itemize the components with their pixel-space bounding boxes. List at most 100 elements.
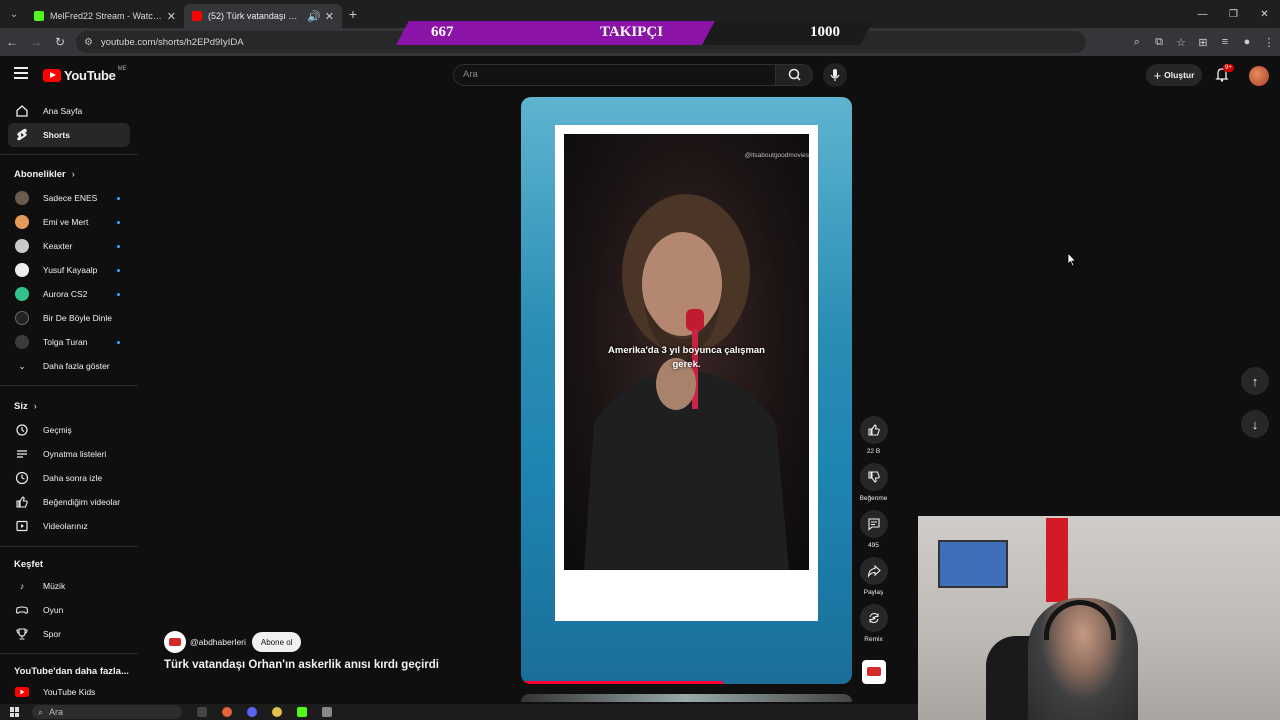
restore-icon[interactable]: ❐ xyxy=(1218,0,1249,28)
browser-tab-kick[interactable]: MelFred22 Stream - Watch Live ✕ xyxy=(26,4,184,28)
sidebar-item-label: Yusuf Kayaalp xyxy=(43,265,98,275)
sidebar-item-gaming[interactable]: Oyun xyxy=(8,598,130,622)
sidebar-item-label: Oynatma listeleri xyxy=(43,449,107,459)
youtube-logo[interactable]: YouTube ME xyxy=(43,65,127,83)
sidebar-subscription[interactable]: Sadece ENES xyxy=(8,186,130,210)
watch-later-icon xyxy=(15,471,29,485)
back-icon[interactable]: ← xyxy=(0,35,24,49)
notification-badge: 9+ xyxy=(1223,64,1234,72)
sidebar-item-label: Ana Sayfa xyxy=(43,106,83,116)
window-controls: — ❐ ✕ xyxy=(1187,0,1280,28)
task-view-icon[interactable] xyxy=(197,707,207,717)
channel-avatar xyxy=(15,263,29,277)
youtube-header: YouTube ME Ara + Oluştur 9+ xyxy=(0,56,1280,94)
browser-tab-youtube[interactable]: (52) Türk vatandaşı Orhan'ın 🔊 ✕ xyxy=(184,4,342,28)
follower-goal-overlay: 667 TAKIPÇI 1000 xyxy=(396,21,874,45)
obs-icon[interactable] xyxy=(322,707,332,717)
taskbar-search[interactable]: ⌕ Ara xyxy=(32,705,182,719)
shorts-icon xyxy=(15,128,29,142)
channel-avatar xyxy=(15,335,29,349)
tab-close-icon[interactable]: ✕ xyxy=(167,10,176,23)
sidebar-item-sports[interactable]: Spor xyxy=(8,622,130,646)
previous-short-button[interactable]: ↑ xyxy=(1241,367,1269,395)
kick-app-icon[interactable] xyxy=(297,707,307,717)
channel-handle[interactable]: @abdhaberleri xyxy=(190,637,246,647)
firefox-icon[interactable] xyxy=(222,707,232,717)
sidebar-subscription[interactable]: Aurora CS2 xyxy=(8,282,130,306)
wall-flag xyxy=(1046,518,1068,602)
microphone-icon xyxy=(830,69,840,81)
notifications-button[interactable]: 9+ xyxy=(1215,64,1234,87)
subscriptions-heading[interactable]: Abonelikler › xyxy=(14,169,75,180)
subscribe-button[interactable]: Abone ol xyxy=(251,632,302,652)
tab-search-icon[interactable]: ⌄ xyxy=(2,4,26,24)
show-more-button[interactable]: ⌄ Daha fazla göster xyxy=(8,354,130,378)
short-title[interactable]: Türk vatandaşı Orhan'ın askerlik anısı k… xyxy=(164,659,439,671)
sidebar-subscription[interactable]: Yusuf Kayaalp xyxy=(8,258,130,282)
sidebar-subscription[interactable]: Tolga Turan xyxy=(8,330,130,354)
divider xyxy=(0,546,138,547)
tab-title: (52) Türk vatandaşı Orhan'ın xyxy=(208,11,304,21)
sidebar-item-label: Geçmiş xyxy=(43,425,72,435)
follower-current: 667 xyxy=(431,24,454,40)
search-button[interactable] xyxy=(775,64,813,86)
account-avatar[interactable] xyxy=(1249,66,1269,86)
next-short-preview[interactable] xyxy=(521,694,852,702)
sidebar-item-label: Müzik xyxy=(43,581,66,591)
extensions-icon[interactable]: ⊞ xyxy=(1192,36,1214,49)
region-code: ME xyxy=(117,65,127,72)
profile-icon[interactable]: ● xyxy=(1236,36,1258,48)
close-window-icon[interactable]: ✕ xyxy=(1249,0,1280,28)
follower-label: TAKIPÇI xyxy=(600,24,664,40)
reload-icon[interactable]: ↻ xyxy=(48,35,72,49)
create-button[interactable]: + Oluştur xyxy=(1146,64,1202,86)
sidebar-item-youtube-kids[interactable]: YouTube Kids xyxy=(8,680,130,704)
sidebar-item-watch-later[interactable]: Daha sonra izle xyxy=(8,466,130,490)
sidebar-item-your-videos[interactable]: Videolarınız xyxy=(8,514,130,538)
voice-search-button[interactable] xyxy=(823,63,847,87)
browser-toolbar-icons: ⌕ ⧉ ☆ ⊞ ≡ ● ⋮ xyxy=(1126,28,1280,56)
dislike-button[interactable]: Beğenme xyxy=(858,463,889,502)
sidebar-item-shorts[interactable]: Shorts xyxy=(8,123,130,147)
sidebar-item-history[interactable]: Geçmiş xyxy=(8,418,130,442)
subtitle-line: Amerika'da 3 yıl boyunca çalışman xyxy=(608,345,765,356)
search-input[interactable]: Ara xyxy=(453,64,776,86)
new-tab-button[interactable]: + xyxy=(342,6,364,22)
sidebar-item-playlists[interactable]: Oynatma listeleri xyxy=(8,442,130,466)
tab-close-icon[interactable]: ✕ xyxy=(325,10,334,23)
windows-start-icon[interactable] xyxy=(10,707,20,717)
sidebar-subscription[interactable]: Emi ve Mert xyxy=(8,210,130,234)
chevron-right-icon: › xyxy=(33,401,37,411)
channel-avatar[interactable] xyxy=(164,631,186,653)
install-icon[interactable]: ⧉ xyxy=(1148,36,1170,49)
short-video-player[interactable]: @itsaboutgoodmovies Amerika'da 3 yıl boy… xyxy=(521,97,852,684)
sidebar-item-home[interactable]: Ana Sayfa xyxy=(8,99,130,123)
sidebar-item-label: Emi ve Mert xyxy=(43,217,89,227)
sidebar-subscription[interactable]: Bir De Böyle Dinle xyxy=(8,306,130,330)
channel-thumbnail[interactable] xyxy=(862,660,886,684)
you-heading[interactable]: Siz › xyxy=(14,401,37,412)
comments-button[interactable]: 495 xyxy=(858,510,889,549)
discord-icon[interactable] xyxy=(247,707,257,717)
zoom-icon[interactable]: ⌕ xyxy=(1126,36,1148,49)
video-progress-bar[interactable] xyxy=(521,681,723,684)
search-icon xyxy=(788,68,801,81)
gaming-icon xyxy=(15,603,29,617)
speaker-icon[interactable]: 🔊 xyxy=(307,10,321,23)
sidebar-item-liked[interactable]: Beğendiğim videolar xyxy=(8,490,130,514)
media-control-icon[interactable]: ≡ xyxy=(1214,36,1236,48)
chrome-icon[interactable] xyxy=(272,707,282,717)
site-info-icon[interactable]: ⚙ xyxy=(84,37,93,48)
browser-menu-icon[interactable]: ⋮ xyxy=(1258,36,1280,49)
sidebar-subscription[interactable]: Keaxter xyxy=(8,234,130,258)
sidebar-item-music[interactable]: ♪ Müzik xyxy=(8,574,130,598)
menu-icon[interactable] xyxy=(14,67,28,79)
like-button[interactable]: 22 B xyxy=(858,416,889,455)
remix-icon xyxy=(859,604,888,632)
forward-icon[interactable]: → xyxy=(24,35,48,49)
remix-button[interactable]: Remix xyxy=(858,604,889,643)
minimize-icon[interactable]: — xyxy=(1187,0,1218,28)
share-button[interactable]: Paylaş xyxy=(858,557,889,596)
next-short-button[interactable]: ↓ xyxy=(1241,410,1269,438)
bookmark-star-icon[interactable]: ☆ xyxy=(1170,36,1192,49)
